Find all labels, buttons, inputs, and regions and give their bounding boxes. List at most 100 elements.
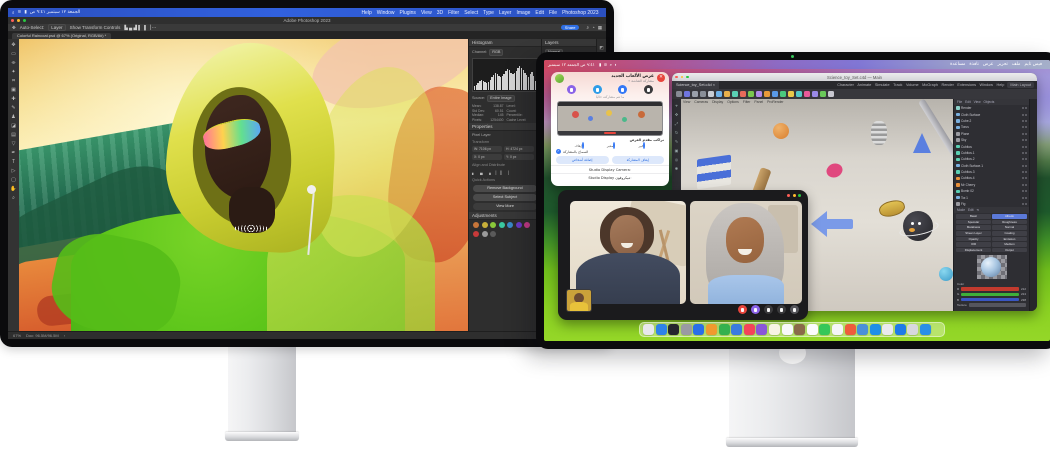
align-icons[interactable]: ▖ ▄ ▗ ▏▎▕ bbox=[472, 170, 510, 175]
tool-button[interactable]: ✎ bbox=[9, 104, 18, 113]
camera-tool-icon[interactable]: ◎ bbox=[675, 157, 679, 162]
tool-button[interactable]: ▢ bbox=[9, 176, 18, 185]
adjustment-icon[interactable] bbox=[516, 222, 522, 228]
transform-section-label[interactable]: Transform bbox=[472, 140, 489, 144]
channel-dropdown[interactable]: RGB bbox=[489, 49, 503, 56]
c4d-menu-item[interactable]: Extensions bbox=[957, 83, 976, 87]
dock-app-icon[interactable] bbox=[907, 324, 918, 335]
objects-menu-item[interactable]: Objects bbox=[984, 100, 995, 104]
status-chevron[interactable]: › bbox=[64, 333, 65, 338]
adjustments-panel-header[interactable]: Adjustments bbox=[469, 212, 541, 220]
facetime-traffic-lights[interactable] bbox=[787, 194, 801, 197]
shared-screen-thumbnail[interactable] bbox=[557, 101, 663, 136]
dock-app-icon[interactable] bbox=[731, 324, 742, 335]
menubar-item[interactable]: Photoshop 2023 bbox=[562, 10, 598, 16]
call-control-button[interactable] bbox=[644, 85, 653, 94]
tool-button[interactable]: ✥ bbox=[9, 41, 18, 50]
objects-menu-item[interactable]: View bbox=[974, 100, 981, 104]
adjustment-icon[interactable] bbox=[524, 222, 530, 228]
material-menu-item[interactable]: Edit bbox=[968, 208, 974, 212]
tool-button[interactable]: ▷ bbox=[9, 167, 18, 176]
material-channel-chip[interactable]: Emission bbox=[992, 237, 1027, 242]
share-button[interactable]: Share bbox=[561, 25, 580, 30]
c4d-menu-item[interactable]: Window bbox=[979, 83, 993, 87]
tool-button[interactable]: ✒ bbox=[9, 149, 18, 158]
c4d-tool-icon[interactable] bbox=[724, 91, 730, 97]
tool-button[interactable]: ⌕ bbox=[9, 194, 18, 203]
c4d-document-tab[interactable]: Science_toy_Set.c4d × bbox=[672, 81, 719, 89]
add-people-button[interactable]: إضافة أشخاص bbox=[556, 156, 609, 164]
battery-icon[interactable]: ▮ bbox=[24, 10, 26, 15]
align-buttons[interactable]: ▙ ▄ ▟ ▌ ▐ ▕ ⋯ bbox=[124, 25, 156, 31]
camera-source-row[interactable]: ‹ Studio Display Camera bbox=[551, 165, 669, 173]
viewport-menu-item[interactable]: Filter bbox=[743, 100, 751, 104]
tool-button[interactable]: T bbox=[9, 158, 18, 167]
facetime-control-button[interactable] bbox=[751, 305, 760, 314]
self-view-thumbnail[interactable] bbox=[566, 289, 592, 312]
facetime-control-button[interactable] bbox=[790, 305, 799, 314]
transform-field[interactable]: X: 0 px bbox=[472, 154, 502, 160]
c4d-menu-item[interactable]: Help bbox=[997, 83, 1005, 87]
dock-app-icon[interactable] bbox=[832, 324, 843, 335]
dock-app-icon[interactable] bbox=[706, 324, 717, 335]
material-channel-chip[interactable]: IOR bbox=[956, 242, 991, 247]
properties-panel-header[interactable]: Properties bbox=[469, 123, 541, 131]
histogram-panel-header[interactable]: Histogram bbox=[469, 39, 541, 47]
rotate-tool-icon[interactable]: ↻ bbox=[675, 130, 678, 135]
mic-source-row[interactable]: ‹ ميكروفون Studio Display bbox=[551, 173, 669, 181]
light-tool-icon[interactable]: ✺ bbox=[675, 166, 678, 171]
adjustment-icon[interactable] bbox=[482, 231, 488, 237]
c4d-tool-icon[interactable] bbox=[828, 91, 834, 97]
scale-tool-icon[interactable]: ⤢ bbox=[675, 121, 678, 126]
menubar-item[interactable]: 3D bbox=[437, 10, 443, 16]
dock-app-icon[interactable] bbox=[693, 324, 704, 335]
menubar-item[interactable]: Window bbox=[377, 10, 395, 16]
allow-sharing-toggle[interactable]: السماح بالمشاركة✓ bbox=[551, 148, 669, 155]
material-channel-chip[interactable]: Coating bbox=[992, 231, 1027, 236]
material-channel-chip[interactable]: Displacement bbox=[956, 248, 991, 253]
pen-tool-icon[interactable]: ✎ bbox=[675, 139, 678, 144]
call-control-button[interactable] bbox=[567, 85, 576, 94]
material-channel-chip[interactable]: Metalness bbox=[956, 225, 991, 230]
view-more-button[interactable]: View More bbox=[473, 203, 537, 210]
tool-button[interactable]: ✦ bbox=[9, 68, 18, 77]
adjustment-icon[interactable] bbox=[507, 222, 513, 228]
viewport-menu-item[interactable]: Panel bbox=[754, 100, 763, 104]
material-channel-chip[interactable]: Sheen Layer bbox=[956, 231, 991, 236]
c4d-menu-item[interactable]: Render bbox=[941, 83, 953, 87]
layout-selector[interactable]: Main Layout bbox=[1007, 82, 1034, 88]
remove-background-button[interactable]: Remove Background bbox=[473, 185, 537, 192]
dock-app-icon[interactable] bbox=[681, 324, 692, 335]
dock-app-icon[interactable] bbox=[794, 324, 805, 335]
viewport-menu-item[interactable]: Display bbox=[712, 100, 723, 104]
tool-button[interactable]: ◪ bbox=[9, 122, 18, 131]
c4d-tool-icon[interactable] bbox=[820, 91, 826, 97]
adjustment-icon[interactable] bbox=[482, 222, 488, 228]
c4d-tool-icon[interactable] bbox=[740, 91, 746, 97]
tool-button[interactable]: ▭ bbox=[9, 50, 18, 59]
c4d-tool-icon[interactable] bbox=[772, 91, 778, 97]
dock-app-icon[interactable] bbox=[895, 324, 906, 335]
auto-select-checkbox[interactable]: Auto-Select: bbox=[20, 25, 45, 30]
adjustment-icon[interactable] bbox=[473, 222, 479, 228]
dock-app-icon[interactable] bbox=[656, 324, 667, 335]
objects-menu-item[interactable]: File bbox=[957, 100, 962, 104]
material-preview[interactable] bbox=[977, 255, 1007, 279]
adjustment-icon[interactable] bbox=[490, 231, 496, 237]
overlay-option[interactable]: صغير bbox=[607, 143, 616, 148]
viewport-menu-item[interactable]: Options bbox=[727, 100, 739, 104]
dock-app-icon[interactable] bbox=[719, 324, 730, 335]
material-channel-chip[interactable]: Normal bbox=[992, 225, 1027, 230]
menubar-status-icons[interactable]: ▮≋⌕◐ bbox=[599, 62, 617, 67]
dock-app-icon[interactable] bbox=[870, 324, 881, 335]
adjustment-icon[interactable] bbox=[490, 222, 496, 228]
menubar-item[interactable]: Select bbox=[464, 10, 478, 16]
c4d-tool-icon[interactable] bbox=[804, 91, 810, 97]
facetime-control-button[interactable] bbox=[738, 305, 747, 314]
c4d-tool-icon[interactable] bbox=[788, 91, 794, 97]
c4d-menu-item[interactable]: Animate bbox=[857, 83, 871, 87]
facetime-control-button[interactable] bbox=[777, 305, 786, 314]
viewport-menu-item[interactable]: ProRender bbox=[767, 100, 783, 104]
material-channel-chip[interactable]: Output bbox=[992, 248, 1027, 253]
menubar-item[interactable]: Filter bbox=[448, 10, 459, 16]
